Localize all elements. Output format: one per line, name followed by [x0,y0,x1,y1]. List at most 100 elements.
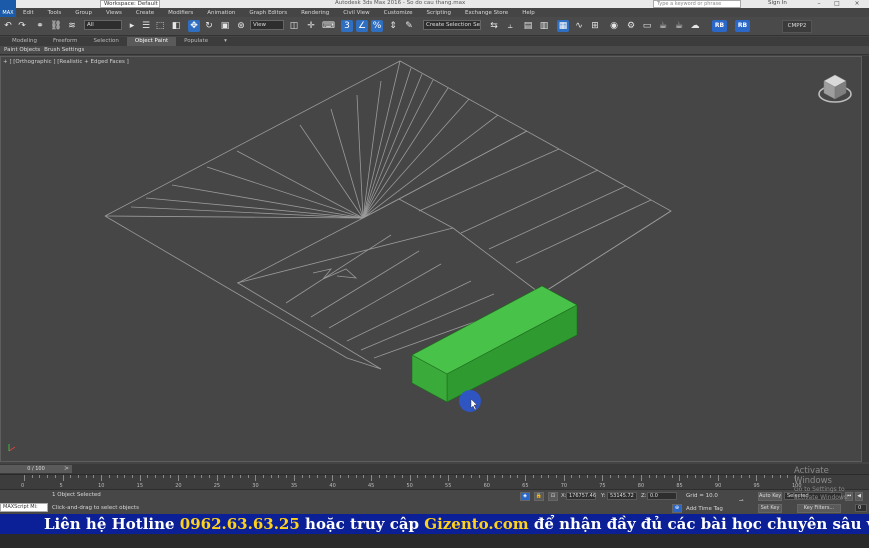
brush-settings-label[interactable]: Brush Settings [44,47,84,53]
menu-modifiers[interactable]: Modifiers [168,10,193,16]
tab-populate[interactable]: Populate [176,37,216,46]
x-coordinate-field[interactable]: 176757.46 [566,492,596,500]
angle-snap-icon[interactable]: ∠ [356,20,368,32]
selection-lock-icon[interactable]: 🔒 [534,492,544,501]
menu-help[interactable]: Help [522,10,535,16]
rb-button-1[interactable]: RB [712,20,727,32]
minimize-button[interactable]: – [812,0,826,8]
auto-key-button[interactable]: Auto Key [758,492,782,501]
curve-editor-icon[interactable]: ∿ [573,20,585,32]
select-object-icon[interactable]: ▸ [126,20,138,32]
snaps-toggle-icon[interactable]: 3 [341,20,353,32]
spinner-snap-icon[interactable]: ⇕ [387,20,399,32]
tab-selection[interactable]: Selection [86,37,127,46]
cmpp2-button[interactable]: CMPP2 [782,20,812,33]
schematic-view-icon[interactable]: ⊞ [589,20,601,32]
ribbon-tabs: Modeling Freeform Selection Object Paint… [0,37,869,46]
track-tick [293,475,295,481]
menu-scripting[interactable]: Scripting [427,10,451,16]
rb-button-2[interactable]: RB [735,20,750,32]
align-icon[interactable]: ⫠ [504,20,516,32]
tab-modeling[interactable]: Modeling [4,37,45,46]
edit-named-selection-icon[interactable]: ✎ [403,20,415,32]
keyboard-shortcut-icon[interactable]: ⌨ [322,20,335,32]
add-time-tag-button[interactable]: Add Time Tag [686,506,723,512]
select-manipulate-icon[interactable]: ✛ [305,20,317,32]
maxscript-listener[interactable]: MAXScript Mi: [0,503,48,512]
track-tick [340,475,342,478]
select-scale-icon[interactable]: ▣ [219,20,231,32]
track-tick [424,475,426,478]
ribbon-options-icon[interactable]: ▾ [216,37,235,46]
mirror-icon[interactable]: ⇆ [488,20,500,32]
perspective-viewport[interactable]: + ] [Orthographic ] [Realistic + Edged F… [0,56,862,462]
menu-views[interactable]: Views [106,10,122,16]
menu-edit[interactable]: Edit [23,10,34,16]
close-button[interactable]: × [850,0,864,8]
unlink-icon[interactable]: ⛓ [50,20,62,32]
select-by-name-icon[interactable]: ☰ [140,20,152,32]
selected-box[interactable] [411,285,578,403]
menu-tools[interactable]: Tools [48,10,62,16]
time-tag-icon[interactable]: ⊕ [672,504,682,513]
material-editor-icon[interactable]: ◉ [608,20,620,32]
layer-manager-icon[interactable]: ▤ [522,20,534,32]
absolute-mode-icon[interactable]: ⊡ [548,492,558,501]
y-coordinate-field[interactable]: 53145.72 [607,492,637,500]
select-move-icon[interactable]: ✥ [188,20,200,32]
rect-selection-icon[interactable]: ⬚ [154,20,166,32]
undo-icon[interactable]: ↶ [2,20,14,32]
reference-coord-dropdown[interactable]: View [250,20,284,30]
time-slider-next-icon[interactable]: > [64,465,69,472]
track-tick [47,475,49,478]
scene-explorer-icon[interactable]: ▥ [538,20,550,32]
link-icon[interactable]: ⚭ [34,20,46,32]
render-cloud-icon[interactable]: ☁ [689,20,701,32]
sign-in-link[interactable]: Sign In [768,0,787,7]
pivot-center-icon[interactable]: ◫ [288,20,300,32]
menu-exchange-store[interactable]: Exchange Store [465,10,508,16]
render-iterative-icon[interactable]: ☕ [673,20,685,32]
z-coordinate-field[interactable]: 0.0 [647,492,677,500]
percent-snap-icon[interactable]: % [371,20,383,32]
maximize-button[interactable]: □ [830,0,844,8]
select-rotate-icon[interactable]: ↻ [203,20,215,32]
track-tick [748,475,750,478]
stair-wireframe[interactable] [104,60,672,370]
menu-group[interactable]: Group [75,10,92,16]
viewport-label[interactable]: + ] [Orthographic ] [Realistic + Edged F… [3,59,129,65]
track-bar[interactable]: 0 5 10 15 20 25 30 35 40 45 50 55 60 65 70 75 80 85 90 95 10… [0,474,869,489]
search-input[interactable]: Type a keyword or phrase [653,0,741,8]
menu-animation[interactable]: Animation [207,10,235,16]
time-slider-thumb[interactable]: 0 / 100 [0,465,72,473]
render-production-icon[interactable]: ☕ [657,20,669,32]
tab-freeform[interactable]: Freeform [45,37,86,46]
set-key-button[interactable]: Set Key [758,504,782,513]
track-tick [139,475,141,481]
menu-customize[interactable]: Customize [384,10,413,16]
named-selection-dropdown[interactable]: Create Selection Se [423,20,481,30]
paint-objects-label[interactable]: Paint Objects [4,47,40,53]
workspace-dropdown[interactable]: Workspace: Default [100,0,160,8]
select-place-icon[interactable]: ⊛ [235,20,247,32]
window-crossing-icon[interactable]: ◧ [170,20,182,32]
current-frame-field[interactable]: 0 [855,504,867,512]
isolate-selection-icon[interactable]: ◈ [520,492,530,501]
key-icon[interactable]: ⊸ [739,498,744,504]
app-menu-icon[interactable]: MAX [0,0,16,18]
graphite-toolbar-icon[interactable]: ▦ [557,20,569,32]
key-filters-button[interactable]: Key Filters... [797,504,841,513]
menu-rendering[interactable]: Rendering [301,10,329,16]
redo-icon[interactable]: ↷ [16,20,28,32]
viewport-scene[interactable] [1,57,862,462]
time-slider[interactable]: 0 / 100 > [0,464,869,474]
render-setup-icon[interactable]: ⚙ [625,20,637,32]
tab-object-paint[interactable]: Object Paint [126,37,177,46]
menu-create[interactable]: Create [136,10,154,16]
bind-space-warp-icon[interactable]: ≋ [66,20,78,32]
viewcube-icon[interactable] [818,74,852,103]
menu-graph-editors[interactable]: Graph Editors [249,10,287,16]
rendered-frame-icon[interactable]: ▭ [641,20,653,32]
selection-filter-dropdown[interactable]: All [84,20,122,30]
menu-civil-view[interactable]: Civil View [343,10,369,16]
